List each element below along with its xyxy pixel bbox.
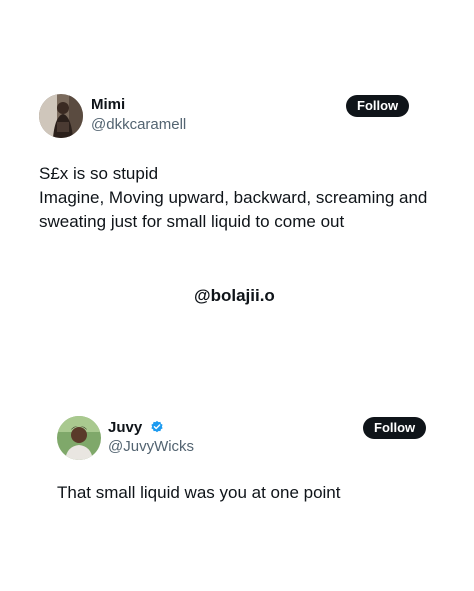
watermark-handle: @bolajii.o bbox=[194, 286, 275, 305]
tweet-text-line: That small liquid was you at one point bbox=[57, 483, 341, 502]
tweet-text-line: sweating just for small liquid to come o… bbox=[39, 212, 345, 231]
follow-button[interactable]: Follow bbox=[363, 417, 427, 439]
display-name[interactable]: Mimi bbox=[91, 96, 125, 113]
tweet-text-line: Imagine, Moving upward, backward, scream… bbox=[39, 188, 428, 207]
verified-badge-icon bbox=[151, 420, 163, 433]
tweet-text-line: S£x is so stupid bbox=[39, 164, 159, 183]
tweet-text: S£x is so stupid Imagine, Moving upward,… bbox=[39, 162, 427, 234]
user-handle[interactable]: @dkkcaramell bbox=[91, 116, 186, 133]
tweet-text: That small liquid was you at one point bbox=[57, 481, 341, 505]
user-handle[interactable]: @JuvyWicks bbox=[108, 438, 194, 455]
display-name-text: Juvy bbox=[108, 419, 143, 436]
avatar[interactable] bbox=[39, 94, 83, 138]
avatar[interactable] bbox=[57, 416, 101, 460]
display-name[interactable]: Juvy bbox=[108, 419, 164, 436]
follow-button[interactable]: Follow bbox=[346, 95, 410, 117]
user-photo-avatar-icon bbox=[39, 94, 83, 138]
user-photo-avatar-icon bbox=[57, 416, 101, 460]
